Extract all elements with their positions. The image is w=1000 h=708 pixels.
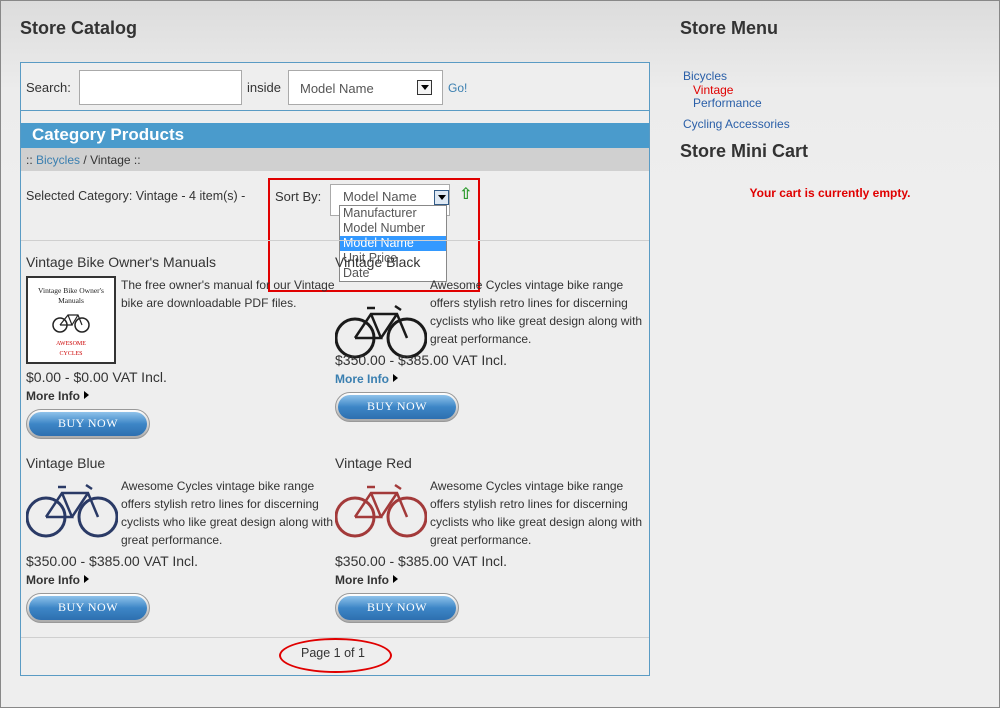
menu-item-vintage[interactable]: Vintage xyxy=(683,83,790,98)
product-card: Vintage Red Awesome Cycles vintage bike … xyxy=(335,455,644,645)
arrow-right-icon xyxy=(393,374,398,382)
buy-now-label: BUY NOW xyxy=(338,596,456,620)
inside-label: inside xyxy=(247,80,281,95)
product-image[interactable] xyxy=(335,276,427,364)
product-price: $0.00 - $0.00 VAT Incl. xyxy=(26,369,167,385)
store-menu: Bicycles Vintage Performance Cycling Acc… xyxy=(683,69,790,132)
breadcrumb-current: Vintage xyxy=(90,153,131,167)
product-price: $350.00 - $385.00 VAT Incl. xyxy=(335,553,508,569)
buy-now-button[interactable]: BUY NOW xyxy=(26,409,150,439)
buy-now-label: BUY NOW xyxy=(29,596,147,620)
product-image[interactable]: Vintage Bike Owner's Manuals AWESOME CYC… xyxy=(26,276,116,364)
buy-now-label: BUY NOW xyxy=(29,412,147,436)
divider xyxy=(21,240,649,241)
more-info-label: More Info xyxy=(26,573,80,587)
more-info-label: More Info xyxy=(335,372,389,386)
search-input[interactable] xyxy=(79,70,242,105)
search-field-select[interactable]: Model Name xyxy=(288,70,443,105)
product-price: $350.00 - $385.00 VAT Incl. xyxy=(335,352,508,368)
breadcrumb-separator: / xyxy=(83,153,87,167)
arrow-right-icon xyxy=(393,575,398,583)
breadcrumb-prefix: :: xyxy=(26,153,33,167)
buy-now-button[interactable]: BUY NOW xyxy=(335,392,459,422)
breadcrumb-suffix: :: xyxy=(133,153,141,167)
chevron-down-icon[interactable] xyxy=(417,80,432,95)
search-label: Search: xyxy=(26,80,71,95)
go-link[interactable]: Go! xyxy=(448,81,467,95)
product-image[interactable] xyxy=(335,477,427,565)
product-title[interactable]: Vintage Red xyxy=(335,455,412,471)
bicycle-icon xyxy=(335,483,427,538)
product-title[interactable]: Vintage Bike Owner's Manuals xyxy=(26,254,216,270)
menu-item-cycling-accessories[interactable]: Cycling Accessories xyxy=(683,117,790,132)
catalog-panel: Search: inside Model Name Go! Category P… xyxy=(20,62,650,676)
brand-sub: CYCLES xyxy=(59,351,83,357)
arrow-right-icon xyxy=(84,575,89,583)
more-info-link[interactable]: More Info xyxy=(26,389,89,403)
manual-cover-image: Vintage Bike Owner's Manuals AWESOME CYC… xyxy=(26,276,116,364)
category-products-header: Category Products xyxy=(21,123,649,148)
product-image[interactable] xyxy=(26,477,118,565)
bicycle-icon xyxy=(26,483,118,538)
product-description: Awesome Cycles vintage bike range offers… xyxy=(430,479,643,547)
search-field-value: Model Name xyxy=(300,81,374,96)
breadcrumb: :: Bicycles / Vintage :: xyxy=(21,148,649,171)
more-info-label: More Info xyxy=(26,389,80,403)
brand-name: AWESOME xyxy=(56,341,86,347)
selected-category-text: Selected Category: Vintage - 4 item(s) - xyxy=(26,189,246,203)
menu-item-performance[interactable]: Performance xyxy=(683,96,790,111)
product-title[interactable]: Vintage Blue xyxy=(26,455,105,471)
product-price: $350.00 - $385.00 VAT Incl. xyxy=(26,553,199,569)
page-frame: Store Catalog Store Menu Store Mini Cart… xyxy=(0,0,1000,708)
catalog-title: Store Catalog xyxy=(20,18,138,38)
search-bar: Search: inside Model Name Go! xyxy=(21,63,649,111)
more-info-link[interactable]: More Info xyxy=(335,573,398,587)
more-info-link[interactable]: More Info xyxy=(26,573,89,587)
product-description: Awesome Cycles vintage bike range offers… xyxy=(121,479,334,547)
product-title[interactable]: Vintage Black xyxy=(335,254,420,270)
breadcrumb-bicycles-link[interactable]: Bicycles xyxy=(36,153,80,167)
more-info-label: More Info xyxy=(335,573,389,587)
product-description: The free owner's manual for our Vintage … xyxy=(121,278,335,310)
bicycle-icon xyxy=(52,314,90,333)
buy-now-label: BUY NOW xyxy=(338,395,456,419)
arrow-right-icon xyxy=(84,391,89,399)
manual-cover-title: Vintage Bike Owner's Manuals xyxy=(38,286,104,305)
menu-item-bicycles[interactable]: Bicycles xyxy=(683,69,790,84)
product-card: Vintage Bike Owner's Manuals Vintage Bik… xyxy=(26,254,335,444)
buy-now-button[interactable]: BUY NOW xyxy=(335,593,459,623)
pager-highlight-annotation xyxy=(279,638,392,673)
product-card: Vintage Blue Awesome Cycles vintage bike… xyxy=(26,455,335,645)
cart-empty-message: Your cart is currently empty. xyxy=(749,186,911,200)
product-card: Vintage Black Awesome Cycles vintage bik… xyxy=(335,254,644,444)
buy-now-button[interactable]: BUY NOW xyxy=(26,593,150,623)
bicycle-icon xyxy=(335,304,427,359)
product-description: Awesome Cycles vintage bike range offers… xyxy=(430,278,643,346)
store-menu-title: Store Menu xyxy=(680,18,779,38)
mini-cart-title: Store Mini Cart xyxy=(680,141,809,161)
more-info-link[interactable]: More Info xyxy=(335,372,398,386)
